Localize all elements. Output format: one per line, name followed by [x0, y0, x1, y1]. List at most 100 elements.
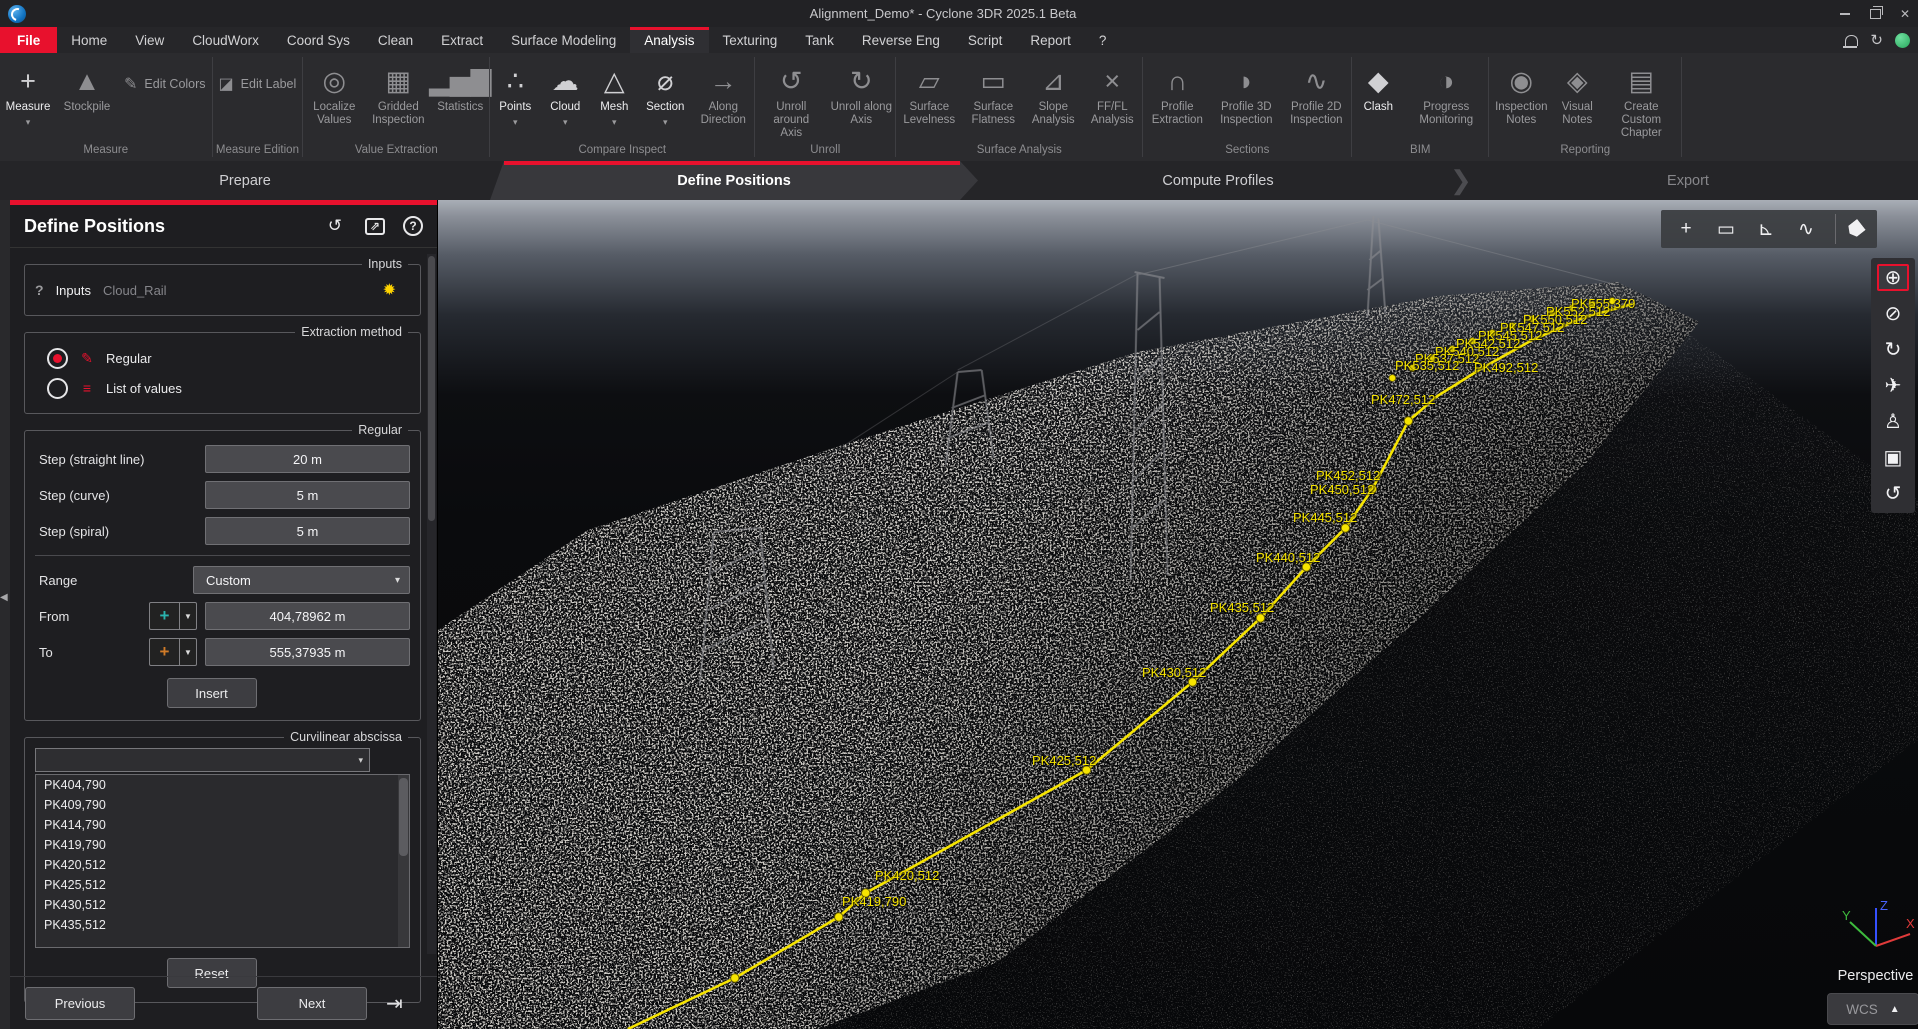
abscissa-combobox[interactable]: ▾: [35, 748, 370, 772]
station-dot[interactable]: [1389, 375, 1396, 382]
radio-option-list-of-values[interactable]: ≡List of values: [35, 373, 410, 403]
pk-station-label[interactable]: PK450,512: [1310, 482, 1374, 497]
field-input-step-spiral[interactable]: 5 m: [205, 517, 410, 545]
ribbon-button-create-custom-chapter[interactable]: ▤Create Custom Chapter: [1601, 59, 1681, 140]
station-dot[interactable]: [1404, 417, 1412, 425]
chevron-down-icon[interactable]: ▼: [179, 603, 196, 629]
list-item[interactable]: PK419,790: [36, 835, 409, 855]
ribbon-button-visual-notes[interactable]: ◈Visual Notes: [1553, 59, 1601, 127]
ribbon-button-profile-extraction[interactable]: ∩Profile Extraction: [1143, 59, 1211, 127]
ribbon-button-progress-monitoring[interactable]: ◑Progress Monitoring: [1404, 59, 1488, 127]
pk-station-label[interactable]: PK419,790: [842, 894, 906, 909]
radio-option-regular[interactable]: ✎Regular: [35, 343, 410, 373]
pk-station-label[interactable]: PK425,512: [1032, 753, 1096, 768]
insert-button[interactable]: Insert: [167, 678, 257, 708]
radio-icon[interactable]: [47, 378, 68, 399]
list-item[interactable]: PK404,790: [36, 775, 409, 795]
measure-distance-icon[interactable]: ▭: [1709, 214, 1743, 244]
ribbon-button-inspection-notes[interactable]: ◉Inspection Notes: [1489, 59, 1553, 127]
orbit-icon[interactable]: ⊕: [1877, 264, 1909, 291]
exit-workflow-icon[interactable]: ⇥: [380, 990, 409, 1017]
list-item[interactable]: PK420,512: [36, 855, 409, 875]
ribbon-button-slope-analysis[interactable]: ⊿Slope Analysis: [1024, 59, 1082, 127]
menu-cloudworx[interactable]: CloudWorx: [178, 27, 273, 53]
minimize-button[interactable]: [1838, 7, 1852, 21]
station-dot[interactable]: [731, 974, 739, 982]
list-item[interactable]: PK435,512: [36, 915, 409, 935]
ribbon-button-mesh[interactable]: △Mesh▾: [590, 59, 638, 128]
station-dot[interactable]: [835, 913, 843, 921]
orbit-constrained-icon[interactable]: ⊘: [1877, 300, 1909, 327]
menu-script[interactable]: Script: [954, 27, 1017, 53]
panel-collapse-icon[interactable]: ◀: [0, 592, 8, 603]
plus-icon[interactable]: +: [150, 639, 179, 665]
add-to-split-button[interactable]: +▼: [149, 638, 197, 666]
pk-station-label[interactable]: PK420,512: [875, 868, 939, 883]
workflow-tab-compute-profiles[interactable]: Compute Profiles: [978, 161, 1458, 200]
field-input-step-straight-line[interactable]: 20 m: [205, 445, 410, 473]
menu-reverse-eng[interactable]: Reverse Eng: [848, 27, 954, 53]
ribbon-button-gridded-inspection[interactable]: ▦Gridded Inspection: [365, 59, 431, 127]
pk-station-label[interactable]: PK535,512: [1395, 358, 1459, 373]
ribbon-button-along-direction[interactable]: →Along Direction: [692, 59, 754, 127]
close-button[interactable]: ✕: [1898, 7, 1912, 21]
walk-mode-icon[interactable]: ♙: [1877, 408, 1909, 435]
viewport-3d[interactable]: PK472,512 PK452,512PK450,512 PK445,512 PK44…: [438, 200, 1918, 1029]
menu-coord-sys[interactable]: Coord Sys: [273, 27, 364, 53]
field-input-to[interactable]: 555,37935 m: [205, 638, 410, 666]
notifications-icon[interactable]: [1845, 35, 1858, 46]
list-scrollbar[interactable]: [398, 775, 409, 947]
ribbon-button-unroll-along-axis[interactable]: ↻Unroll along Axis: [827, 59, 895, 127]
menu-extract[interactable]: Extract: [427, 27, 497, 53]
ribbon-button-cloud[interactable]: ☁Cloud▾: [540, 59, 590, 128]
list-item[interactable]: PK425,512: [36, 875, 409, 895]
previous-button[interactable]: Previous: [25, 987, 135, 1020]
menu-view[interactable]: View: [121, 27, 178, 53]
chevron-down-icon[interactable]: ▼: [179, 639, 196, 665]
ribbon-button-section[interactable]: ⌀Section▾: [638, 59, 692, 128]
list-item[interactable]: PK414,790: [36, 815, 409, 835]
sync-icon[interactable]: ↻: [1870, 33, 1883, 48]
ribbon-button-edit-label[interactable]: ◪Edit Label: [213, 73, 303, 95]
next-button[interactable]: Next: [257, 987, 367, 1020]
inputs-help-icon[interactable]: ?: [35, 282, 44, 298]
view-cube-icon[interactable]: ▣: [1877, 444, 1909, 471]
ribbon-button-localize-values[interactable]: ◎Localize Values: [303, 59, 365, 127]
pk-station-label[interactable]: PK445,512: [1293, 510, 1357, 525]
field-input-from[interactable]: 404,78962 m: [205, 602, 410, 630]
list-item[interactable]: PK430,512: [36, 895, 409, 915]
export-window-icon[interactable]: ⇗: [365, 218, 385, 235]
help-icon[interactable]: ?: [403, 216, 423, 236]
history-reset-icon[interactable]: ↺: [323, 214, 347, 238]
account-avatar[interactable]: [1895, 33, 1910, 48]
menu-surface-modeling[interactable]: Surface Modeling: [497, 27, 630, 53]
ribbon-button-clash[interactable]: ◆Clash: [1352, 59, 1404, 114]
menu-texturing[interactable]: Texturing: [709, 27, 792, 53]
pk-station-label[interactable]: PK440,512: [1256, 550, 1320, 565]
pk-station-label[interactable]: PK472,512: [1371, 392, 1435, 407]
plus-icon[interactable]: +: [150, 603, 179, 629]
radio-selected-icon[interactable]: [47, 348, 68, 369]
panel-scrollbar[interactable]: [427, 254, 436, 954]
inputs-value[interactable]: Cloud_Rail: [103, 283, 167, 298]
ribbon-button-profile-3d-inspection[interactable]: ◗Profile 3D Inspection: [1211, 59, 1281, 127]
pk-station-label[interactable]: PK452,512: [1316, 468, 1380, 483]
ribbon-button-measure[interactable]: +Measure▾: [0, 59, 56, 128]
list-item[interactable]: PK409,790: [36, 795, 409, 815]
menu-analysis[interactable]: Analysis: [630, 27, 708, 53]
workflow-tab-export[interactable]: Export: [1458, 161, 1918, 200]
station-dot[interactable]: [1341, 524, 1349, 532]
menu-home[interactable]: Home: [57, 27, 121, 53]
add-from-split-button[interactable]: +▼: [149, 602, 197, 630]
pk-station-label[interactable]: PK430,512: [1142, 665, 1206, 680]
ribbon-button-stockpile[interactable]: ▲Stockpile: [56, 59, 118, 114]
ribbon-button-statistics[interactable]: ▂▅▇Statistics: [431, 59, 489, 114]
measure-point-icon[interactable]: +: [1669, 214, 1703, 244]
examiner-view-icon[interactable]: ↻: [1877, 336, 1909, 363]
range-select[interactable]: Custom▾: [193, 566, 410, 594]
turntable-icon[interactable]: ↺: [1877, 480, 1909, 507]
menu-report[interactable]: Report: [1016, 27, 1085, 53]
menu-file[interactable]: File: [0, 27, 57, 53]
fly-mode-icon[interactable]: ✈: [1877, 372, 1909, 399]
ribbon-button-profile-2d-inspection[interactable]: ∿Profile 2D Inspection: [1281, 59, 1351, 127]
